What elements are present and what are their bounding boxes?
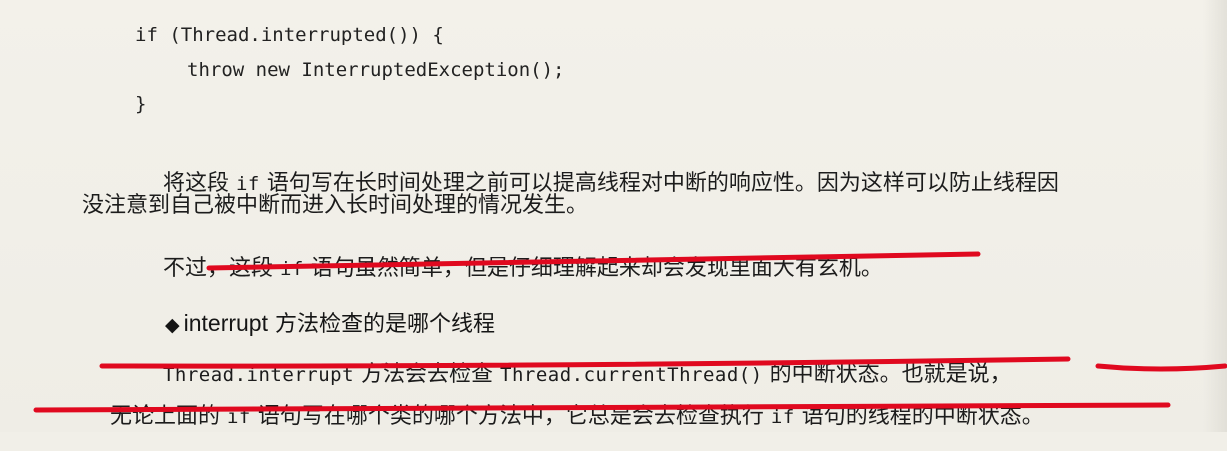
text-run: 语句的线程的中断状态。 bbox=[794, 404, 1044, 429]
inline-code: if bbox=[235, 173, 260, 195]
inline-code: Thread.currentThread() bbox=[500, 364, 763, 386]
code-line-1: if (Thread.interrupted()) { bbox=[135, 24, 444, 46]
text-run: 不过，这段 bbox=[162, 256, 280, 281]
inline-code: if bbox=[279, 258, 304, 280]
text-run: 语句写在哪个类的哪个方法中，它总是会去检查执行 bbox=[250, 404, 771, 429]
paragraph-3-line-2: 无论上面的 if 语句写在哪个类的哪个方法中，它总是会去检查执行 if 语句的线… bbox=[82, 384, 1044, 450]
code-line-3: } bbox=[135, 93, 147, 115]
heading-rest: 方法检查的是哪个线程 bbox=[267, 312, 495, 337]
diamond-bullet-icon: ◆ bbox=[164, 314, 180, 336]
paragraph-1-line-2: 没注意到自己被中断而进入长时间处理的情况发生。 bbox=[82, 193, 589, 218]
text-run: 语句虽然简单，但是仔细理解起来却会发现里面大有玄机。 bbox=[303, 256, 883, 281]
code-line-2: throw new InterruptedException(); bbox=[187, 59, 565, 81]
page-edge-shadow bbox=[1203, 0, 1227, 432]
inline-code: Thread.interrupt bbox=[162, 364, 355, 386]
heading-method: interrupt bbox=[183, 310, 268, 336]
book-page: if (Thread.interrupted()) { throw new In… bbox=[0, 0, 1227, 432]
inline-code: if bbox=[226, 406, 251, 428]
text-run: 无论上面的 bbox=[109, 404, 227, 429]
inline-code: if bbox=[770, 406, 795, 428]
